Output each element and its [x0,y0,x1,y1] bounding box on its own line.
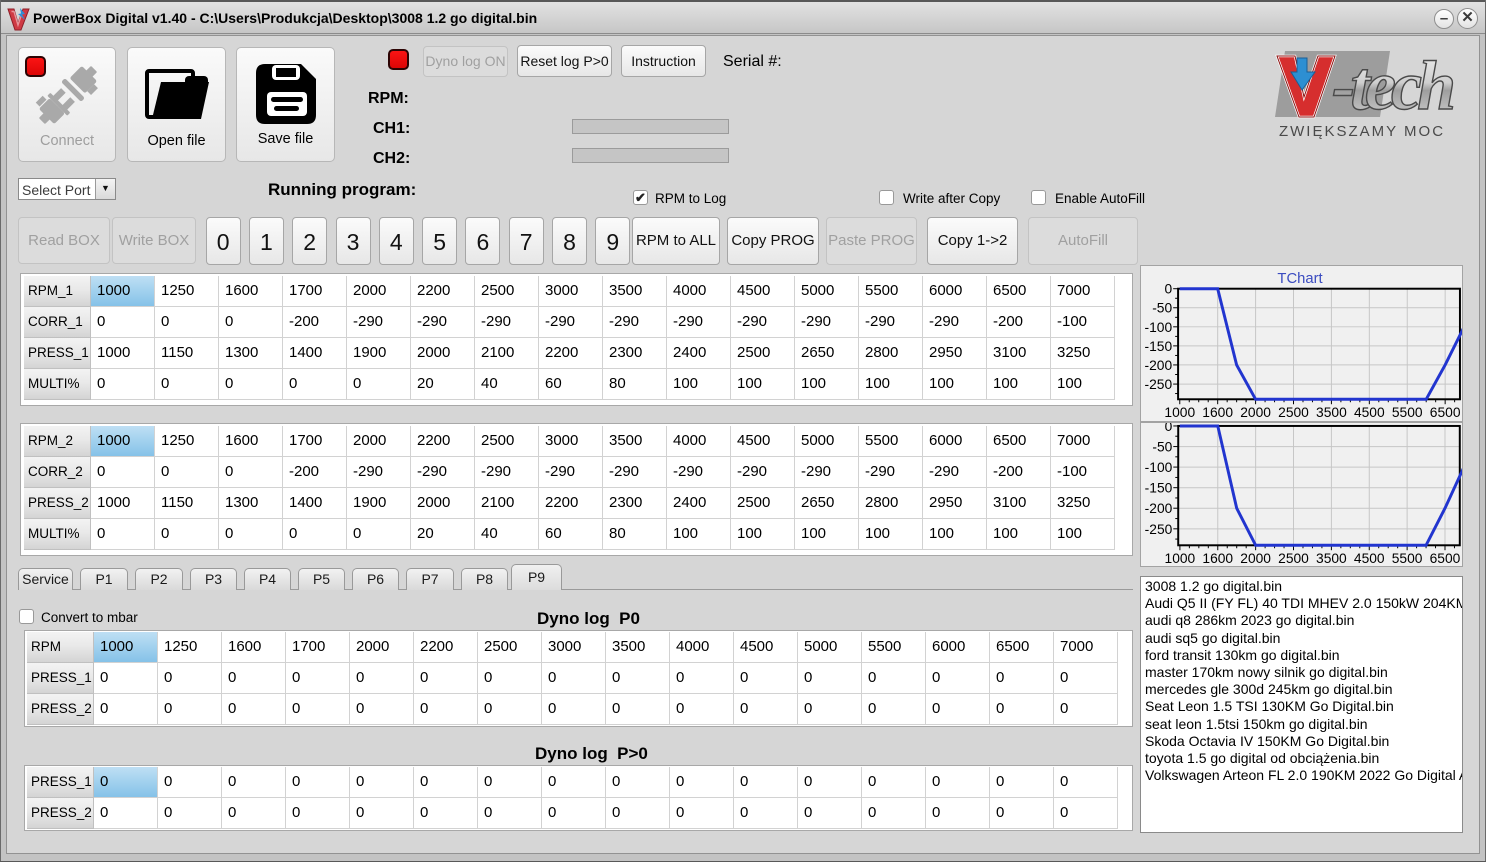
svg-text:2000: 2000 [1240,551,1271,566]
svg-text:-100: -100 [1145,319,1173,335]
svg-text:-50: -50 [1152,300,1172,316]
svg-text:2500: 2500 [1278,551,1309,566]
svg-text:1000: 1000 [1165,551,1196,566]
svg-text:2000: 2000 [1240,404,1271,420]
svg-text:0: 0 [1164,281,1172,297]
svg-text:-250: -250 [1145,376,1173,392]
svg-text:5500: 5500 [1392,404,1423,420]
svg-text:-150: -150 [1145,338,1173,354]
svg-text:-200: -200 [1145,501,1173,516]
svg-text:-200: -200 [1145,357,1173,373]
svg-text:6500: 6500 [1430,404,1461,420]
svg-text:-100: -100 [1145,460,1173,475]
svg-text:-150: -150 [1145,481,1173,496]
svg-text:0: 0 [1165,422,1173,434]
svg-text:-250: -250 [1145,522,1173,537]
svg-text:3500: 3500 [1316,404,1347,420]
svg-text:TChart: TChart [1277,271,1322,287]
svg-text:3500: 3500 [1316,551,1347,566]
svg-text:2500: 2500 [1278,404,1309,420]
svg-text:-50: -50 [1152,440,1172,455]
svg-text:4500: 4500 [1354,404,1385,420]
svg-text:-tech: -tech [1332,48,1456,125]
svg-text:1600: 1600 [1202,404,1233,420]
svg-text:6500: 6500 [1430,551,1461,566]
svg-text:5500: 5500 [1392,551,1423,566]
svg-text:1600: 1600 [1202,551,1233,566]
svg-text:4500: 4500 [1354,551,1385,566]
svg-text:1000: 1000 [1164,404,1195,420]
